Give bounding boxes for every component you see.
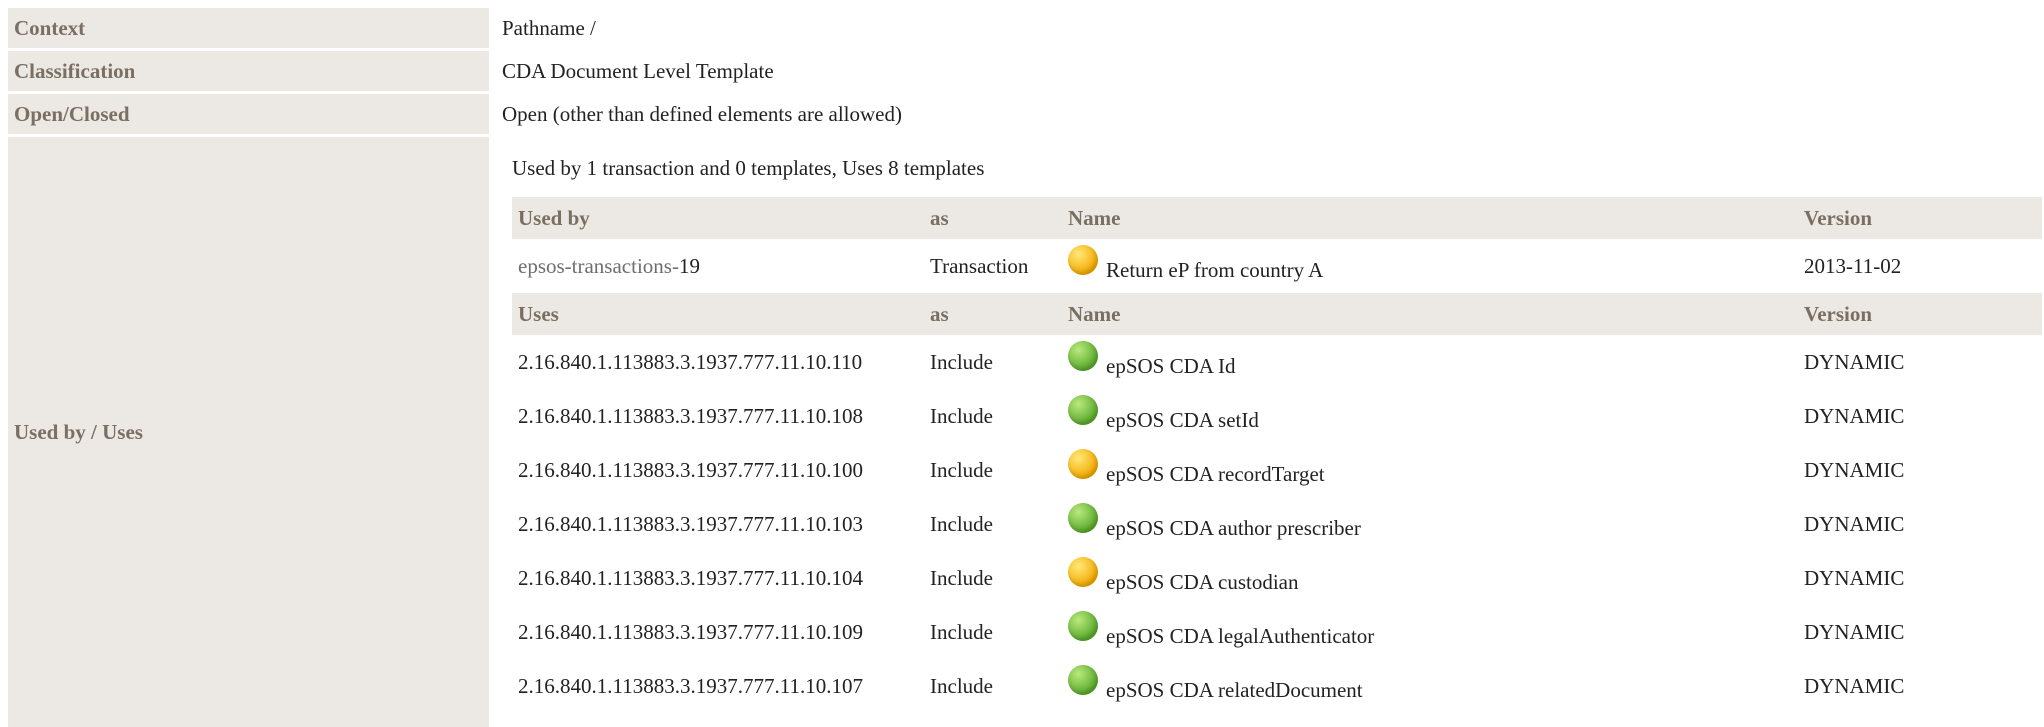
table-row: 2.16.840.1.113883.3.1937.777.11.10.100 I…: [512, 443, 2042, 497]
header-uses: Uses: [512, 293, 924, 335]
classification-value: CDA Document Level Template: [502, 58, 774, 83]
used-by-uses-content: Used by 1 transaction and 0 templates, U…: [512, 151, 2042, 713]
template-id-cell: 2.16.840.1.113883.3.1937.777.11.10.103: [518, 511, 863, 536]
as-cell: Include: [930, 349, 993, 374]
name-cell: epSOS CDA author prescriber: [1062, 497, 1798, 551]
classification-row: Classification CDA Document Level Templa…: [8, 51, 2044, 91]
template-name: epSOS CDA custodian: [1106, 570, 1299, 595]
open-closed-value: Open (other than defined elements are al…: [502, 101, 902, 126]
template-id-cell: 2.16.840.1.113883.3.1937.777.11.10.107: [518, 673, 863, 698]
uses-header-row: Uses as Name Version: [512, 293, 2042, 335]
as-cell: Include: [930, 457, 993, 482]
version-cell: DYNAMIC: [1804, 673, 1905, 698]
classification-label: Classification: [8, 51, 489, 91]
header-used-by: Used by: [512, 197, 924, 239]
table-row: 2.16.840.1.113883.3.1937.777.11.10.107 I…: [512, 659, 2042, 713]
name-cell: epSOS CDA setId: [1062, 389, 1798, 443]
status-yellow-icon: [1068, 556, 1098, 587]
used-by-header-row: Used by as Name Version: [512, 197, 2042, 239]
open-closed-label: Open/Closed: [8, 94, 489, 134]
usage-table: Used by as Name Version epsos-transactio…: [512, 197, 2042, 713]
context-label: Context: [8, 8, 489, 48]
template-name: epSOS CDA setId: [1106, 408, 1259, 433]
as-cell: Transaction: [930, 253, 1029, 278]
context-row: Context Pathname /: [8, 8, 2044, 48]
used-by-uses-label: Used by / Uses: [8, 137, 489, 727]
table-row: 2.16.840.1.113883.3.1937.777.11.10.110 I…: [512, 335, 2042, 389]
template-id-cell: 2.16.840.1.113883.3.1937.777.11.10.109: [518, 619, 863, 644]
table-row: 2.16.840.1.113883.3.1937.777.11.10.103 I…: [512, 497, 2042, 551]
transaction-id-cell: epsos-transactions-19: [512, 239, 924, 293]
name-cell: Return eP from country A: [1062, 239, 1798, 293]
template-name: epSOS CDA legalAuthenticator: [1106, 624, 1375, 649]
status-yellow-icon: [1068, 448, 1098, 479]
version-cell: DYNAMIC: [1804, 619, 1905, 644]
table-row: epsos-transactions-19 Transaction Return…: [512, 239, 2042, 293]
template-id-cell: 2.16.840.1.113883.3.1937.777.11.10.110: [518, 349, 863, 374]
version-cell: DYNAMIC: [1804, 511, 1905, 536]
as-cell: Include: [930, 403, 993, 428]
context-value: Pathname /: [502, 15, 596, 40]
transaction-link[interactable]: epsos-transactions-: [518, 254, 679, 278]
transaction-number: 19: [678, 253, 700, 278]
as-cell: Include: [930, 511, 993, 536]
table-row: 2.16.840.1.113883.3.1937.777.11.10.104 I…: [512, 551, 2042, 605]
status-yellow-icon: [1068, 244, 1098, 275]
template-metadata-panel: Context Pathname / Classification CDA Do…: [0, 0, 2044, 727]
template-name: epSOS CDA Id: [1106, 354, 1236, 379]
header-version: Version: [1798, 293, 2042, 335]
status-green-icon: [1068, 664, 1098, 695]
status-green-icon: [1068, 340, 1098, 371]
version-cell: DYNAMIC: [1804, 565, 1905, 590]
template-name: Return eP from country A: [1106, 258, 1324, 283]
open-closed-row: Open/Closed Open (other than defined ele…: [8, 94, 2044, 134]
header-name: Name: [1062, 293, 1798, 335]
header-as: as: [924, 293, 1062, 335]
template-name: epSOS CDA author prescriber: [1106, 516, 1361, 541]
status-green-icon: [1068, 610, 1098, 641]
name-cell: epSOS CDA Id: [1062, 335, 1798, 389]
name-cell: epSOS CDA recordTarget: [1062, 443, 1798, 497]
template-id-cell: 2.16.840.1.113883.3.1937.777.11.10.100: [518, 457, 863, 482]
version-cell: DYNAMIC: [1804, 349, 1905, 374]
version-cell: 2013-11-02: [1804, 253, 1902, 278]
version-cell: DYNAMIC: [1804, 403, 1905, 428]
template-name: epSOS CDA recordTarget: [1106, 462, 1325, 487]
name-cell: epSOS CDA legalAuthenticator: [1062, 605, 1798, 659]
template-name: epSOS CDA relatedDocument: [1106, 678, 1363, 703]
template-id-cell: 2.16.840.1.113883.3.1937.777.11.10.104: [518, 565, 863, 590]
as-cell: Include: [930, 619, 993, 644]
name-cell: epSOS CDA custodian: [1062, 551, 1798, 605]
version-cell: DYNAMIC: [1804, 457, 1905, 482]
as-cell: Include: [930, 565, 993, 590]
status-green-icon: [1068, 394, 1098, 425]
table-row: 2.16.840.1.113883.3.1937.777.11.10.109 I…: [512, 605, 2042, 659]
usage-summary: Used by 1 transaction and 0 templates, U…: [512, 156, 985, 180]
header-as: as: [924, 197, 1062, 239]
as-cell: Include: [930, 673, 993, 698]
template-id-cell: 2.16.840.1.113883.3.1937.777.11.10.108: [518, 403, 863, 428]
table-row: 2.16.840.1.113883.3.1937.777.11.10.108 I…: [512, 389, 2042, 443]
header-version: Version: [1798, 197, 2042, 239]
status-green-icon: [1068, 502, 1098, 533]
name-cell: epSOS CDA relatedDocument: [1062, 659, 1798, 713]
header-name: Name: [1062, 197, 1798, 239]
